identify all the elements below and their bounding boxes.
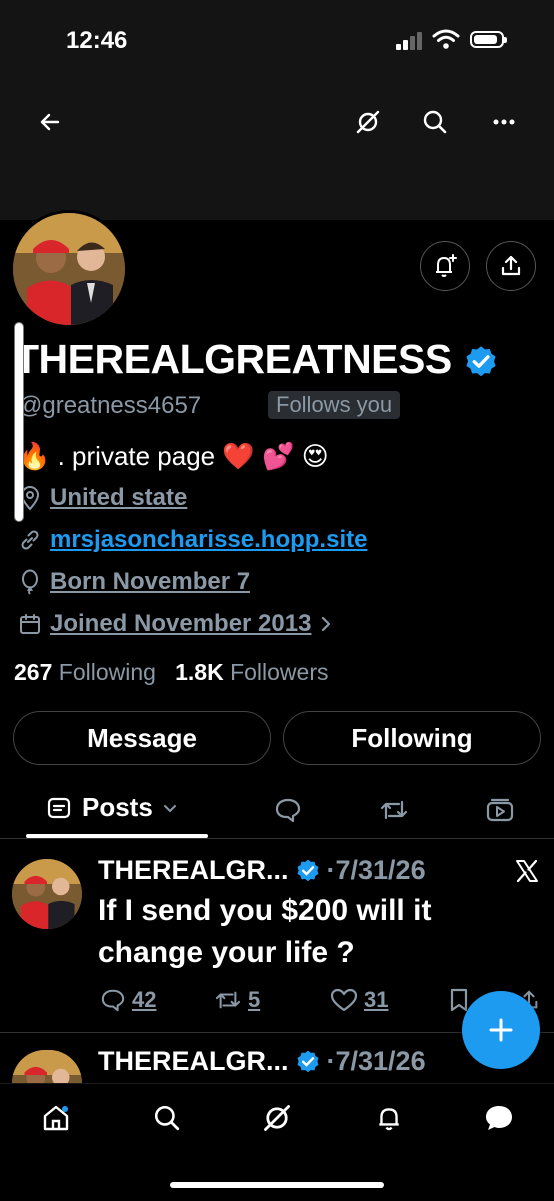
more-icon[interactable]: [484, 102, 524, 142]
post-avatar[interactable]: [12, 1050, 82, 1083]
post-text: If I send you $200 will it change your l…: [98, 894, 432, 969]
like-icon: [330, 988, 358, 1012]
wifi-icon: [432, 29, 460, 49]
nav-notifications[interactable]: [369, 1098, 409, 1138]
share-icon: [501, 255, 521, 276]
grok-icon: [264, 1105, 290, 1131]
compose-button[interactable]: [462, 991, 540, 1069]
profile-bio: 🔥 . private page ❤️ 💕 😍: [18, 441, 329, 471]
follows-you-badge: Follows you: [268, 391, 401, 419]
repost-icon: [380, 800, 408, 820]
birthday-row: Born November 7: [18, 568, 250, 596]
verified-icon: [297, 859, 319, 881]
status-bar: 12:46: [0, 0, 554, 90]
x-logo-icon: [516, 859, 538, 883]
birthday-text: Born November 7: [50, 568, 251, 595]
post-date: ·7/31/26: [326, 1046, 426, 1076]
signal-icon: [396, 32, 424, 50]
search-icon: [154, 1105, 180, 1131]
location-text: United state: [50, 484, 188, 511]
profile-avatar[interactable]: [10, 210, 128, 328]
replies-icon: [275, 798, 301, 823]
website-row: mrsjasoncharisse.hopp.site: [18, 526, 367, 554]
repost-action[interactable]: 5: [214, 987, 260, 1013]
balloon-icon: [22, 569, 38, 595]
tab-posts-label: Posts: [82, 792, 153, 822]
link-icon: [21, 530, 39, 550]
notification-bell-icon: [379, 1108, 399, 1131]
calendar-icon: [20, 614, 40, 634]
notifications-button[interactable]: [420, 241, 470, 291]
tab-replies[interactable]: [270, 793, 306, 827]
verified-icon: [297, 1050, 319, 1072]
website-link[interactable]: mrsjasoncharisse.hopp.site: [50, 526, 367, 554]
profile-header: [0, 90, 554, 220]
nav-search[interactable]: [147, 1098, 187, 1138]
location-row: United state: [18, 484, 187, 512]
chevron-down-icon: [163, 804, 176, 812]
follow-counts: 267 Following 1.8K Followers: [14, 659, 329, 686]
status-time: 12:46: [66, 27, 128, 54]
chevron-right-icon: [322, 616, 331, 632]
joined-text: Joined November 2013: [50, 610, 312, 637]
compose-icon: [489, 1018, 513, 1042]
tab-reposts[interactable]: [376, 793, 412, 827]
nav-home[interactable]: [36, 1098, 76, 1138]
tab-posts[interactable]: Posts: [46, 792, 177, 823]
home-icon: [43, 1105, 69, 1131]
battery-icon: [470, 31, 507, 48]
notification-bell-icon: [436, 254, 457, 277]
chat-icon: [486, 1106, 512, 1130]
joined-row[interactable]: Joined November 2013: [18, 610, 333, 638]
reply-count: 42: [132, 987, 157, 1012]
posts-icon: [47, 797, 71, 818]
reply-icon: [101, 989, 125, 1012]
tab-media[interactable]: [482, 793, 518, 827]
reply-action[interactable]: 42: [100, 987, 156, 1013]
display-name: THEREALGREATNESS: [14, 336, 499, 383]
post-date: ·7/31/26: [326, 855, 426, 885]
media-icon: [486, 798, 514, 822]
repost-icon: [215, 991, 241, 1009]
nav-messages[interactable]: [479, 1098, 519, 1138]
like-count: 31: [364, 987, 389, 1012]
followers-count-link[interactable]: 1.8K Followers: [175, 659, 328, 685]
post-author[interactable]: THEREALGR...: [98, 1046, 289, 1077]
tabs-divider: [0, 838, 554, 839]
grok-icon[interactable]: [348, 102, 388, 142]
following-button[interactable]: Following: [283, 711, 541, 765]
post-author[interactable]: THEREALGR...: [98, 855, 289, 886]
nav-grok[interactable]: [257, 1098, 297, 1138]
post-header: THEREALGR... ·7/31/26: [98, 855, 426, 886]
share-button[interactable]: [486, 241, 536, 291]
post-header: THEREALGR... ·7/31/26: [98, 1046, 426, 1077]
like-action[interactable]: 31: [330, 987, 388, 1013]
profile-handle: @greatness4657: [18, 392, 202, 419]
verified-icon: [466, 346, 496, 377]
following-count-link[interactable]: 267 Following: [14, 659, 156, 685]
scroll-indicator[interactable]: [14, 322, 24, 522]
post-avatar[interactable]: [12, 859, 82, 929]
repost-count: 5: [248, 987, 261, 1012]
display-name-text: THEREALGREATNESS: [14, 336, 452, 382]
home-indicator: [170, 1182, 384, 1188]
message-button[interactable]: Message: [13, 711, 271, 765]
search-icon[interactable]: [415, 102, 455, 142]
back-arrow-icon[interactable]: [30, 102, 70, 142]
